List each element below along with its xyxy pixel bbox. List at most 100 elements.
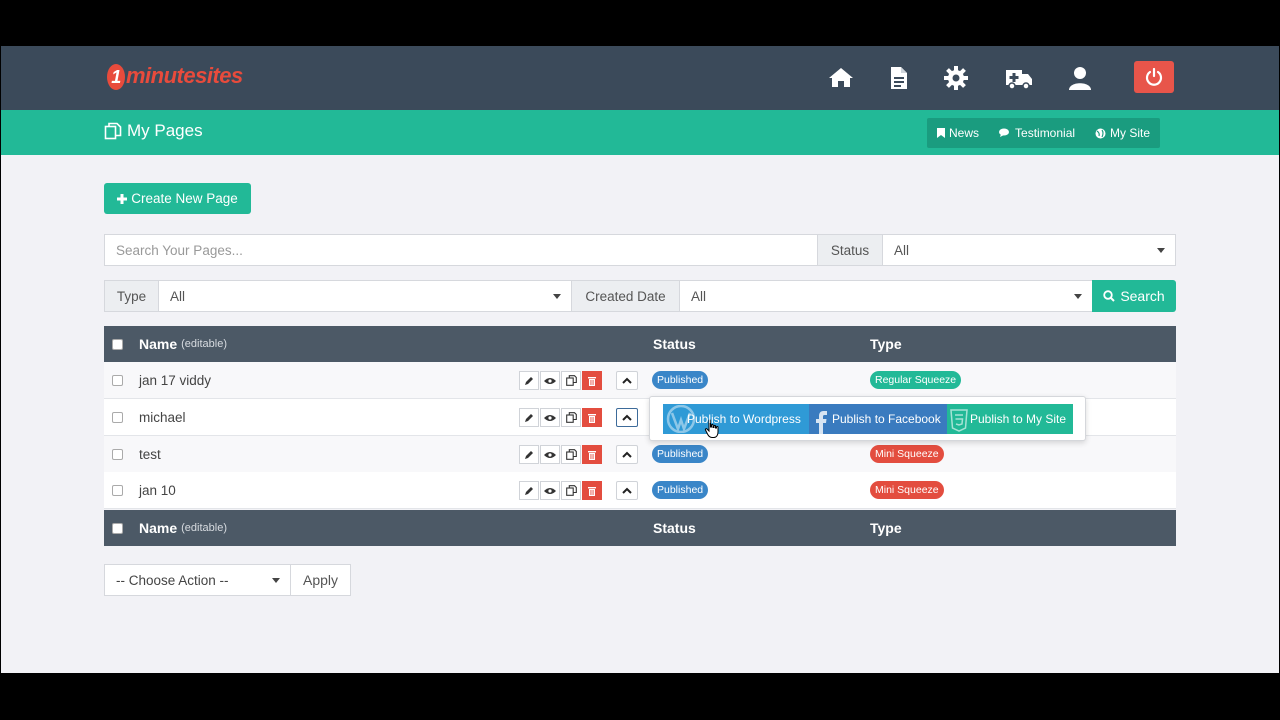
document-icon[interactable] xyxy=(888,66,914,90)
type-select-value: All xyxy=(170,288,186,304)
trash-icon[interactable] xyxy=(582,408,602,427)
publish-wordpress-button[interactable]: Publish to Wordpress xyxy=(663,404,809,434)
publish-toggle-chevron-up-icon[interactable] xyxy=(616,371,638,390)
edit-icon[interactable] xyxy=(519,371,539,390)
type-footer-text: Type xyxy=(870,520,902,536)
created-date-label-text: Created Date xyxy=(585,288,666,304)
page-name[interactable]: test xyxy=(139,436,161,472)
page-name[interactable]: michael xyxy=(139,399,186,435)
type-badge: Mini Squeeze xyxy=(870,481,944,499)
type-badge: Regular Squeeze xyxy=(870,371,962,389)
home-icon[interactable] xyxy=(828,66,854,90)
status-select-value: All xyxy=(894,242,910,258)
status-badge: Published xyxy=(652,445,709,463)
table-header: Name (editable) Status Type xyxy=(104,326,1176,362)
table-row: test Published Mini Squeeze xyxy=(104,436,1176,473)
page-title-text: My Pages xyxy=(127,121,203,140)
testimonial-label: Testimonial xyxy=(1015,126,1076,140)
apply-button[interactable]: Apply xyxy=(290,564,351,596)
table-row: jan 17 viddy Published Regular Squeeze xyxy=(104,362,1176,399)
preview-eye-icon[interactable] xyxy=(540,445,560,464)
my-site-link[interactable]: My Site xyxy=(1085,118,1160,148)
publish-toggle-chevron-up-icon[interactable] xyxy=(616,481,638,500)
row-checkbox[interactable] xyxy=(112,448,123,460)
status-footer-text: Status xyxy=(653,520,696,536)
clone-icon[interactable] xyxy=(561,408,581,427)
trash-icon[interactable] xyxy=(582,371,602,390)
edit-icon[interactable] xyxy=(519,408,539,427)
type-select[interactable]: All xyxy=(158,280,572,312)
chevron-down-icon xyxy=(1074,294,1082,299)
page-name[interactable]: jan 10 xyxy=(139,472,176,508)
clone-icon[interactable] xyxy=(561,481,581,500)
globe-icon xyxy=(1095,128,1106,138)
html5-icon xyxy=(950,409,968,432)
edit-icon[interactable] xyxy=(519,445,539,464)
user-icon[interactable] xyxy=(1068,66,1094,90)
publish-facebook-button[interactable]: Publish to Facebook xyxy=(809,404,947,434)
row-checkbox[interactable] xyxy=(112,374,123,386)
logo-text: minutesites xyxy=(126,63,243,88)
sub-header: My Pages News Testimonial My Site xyxy=(1,110,1279,155)
page-title: My Pages xyxy=(104,121,203,141)
type-header-text: Type xyxy=(870,336,902,352)
publish-wordpress-label: Publish to Wordpress xyxy=(687,412,801,426)
search-input[interactable]: Search Your Pages... xyxy=(104,234,818,266)
select-all-checkbox[interactable] xyxy=(112,338,123,350)
trash-icon[interactable] xyxy=(582,445,602,464)
preview-eye-icon[interactable] xyxy=(540,408,560,427)
table-footer: Name (editable) Status Type xyxy=(104,510,1176,546)
type-badge: Mini Squeeze xyxy=(870,445,944,463)
edit-icon[interactable] xyxy=(519,481,539,500)
select-all-checkbox-footer[interactable] xyxy=(112,522,123,534)
choose-action-select[interactable]: -- Choose Action -- xyxy=(104,564,291,596)
clone-icon[interactable] xyxy=(561,445,581,464)
facebook-icon xyxy=(816,411,827,434)
status-select[interactable]: All xyxy=(882,234,1176,266)
choose-action-value: -- Choose Action -- xyxy=(116,572,229,588)
status-column-footer: Status xyxy=(653,510,696,546)
publish-toggle-chevron-up-icon[interactable] xyxy=(616,445,638,464)
clone-icon[interactable] xyxy=(561,371,581,390)
brand-logo[interactable]: 1 minutesites xyxy=(107,63,243,90)
status-filter-label-text: Status xyxy=(830,242,870,258)
created-date-value: All xyxy=(691,288,707,304)
ambulance-icon[interactable] xyxy=(1004,66,1034,90)
editable-note-footer: (editable) xyxy=(181,522,227,534)
trash-icon[interactable] xyxy=(582,481,602,500)
page-name[interactable]: jan 17 viddy xyxy=(139,362,211,398)
my-site-label: My Site xyxy=(1110,126,1151,140)
power-button[interactable] xyxy=(1134,61,1174,93)
publish-facebook-label: Publish to Facebook xyxy=(832,412,941,426)
comments-icon xyxy=(999,128,1010,137)
publish-my-site-button[interactable]: Publish to My Site xyxy=(947,404,1073,434)
publish-toggle-chevron-up-icon[interactable] xyxy=(616,408,638,427)
status-column-header[interactable]: Status xyxy=(653,326,696,362)
testimonial-link[interactable]: Testimonial xyxy=(989,118,1085,148)
row-checkbox[interactable] xyxy=(112,411,123,423)
publish-my-site-label: Publish to My Site xyxy=(970,412,1067,426)
chevron-down-icon xyxy=(1157,248,1165,253)
name-column-header[interactable]: Name (editable) xyxy=(139,326,227,362)
preview-eye-icon[interactable] xyxy=(540,481,560,500)
power-icon xyxy=(1145,68,1163,86)
preview-eye-icon[interactable] xyxy=(540,371,560,390)
sub-nav: News Testimonial My Site xyxy=(927,118,1161,148)
status-badge: Published xyxy=(652,371,709,389)
news-link[interactable]: News xyxy=(927,118,989,148)
type-column-header[interactable]: Type xyxy=(870,326,902,362)
create-new-page-label: Create New Page xyxy=(131,191,238,206)
gear-icon[interactable] xyxy=(944,66,970,90)
search-placeholder: Search Your Pages... xyxy=(116,242,243,258)
search-button[interactable]: Search xyxy=(1092,280,1176,312)
table-row: jan 10 Published Mini Squeeze xyxy=(104,472,1176,509)
created-date-select[interactable]: All xyxy=(679,280,1093,312)
news-label: News xyxy=(949,126,980,140)
bookmark-icon xyxy=(937,128,945,138)
row-checkbox[interactable] xyxy=(112,484,123,496)
create-new-page-button[interactable]: Create New Page xyxy=(104,183,251,214)
chevron-down-icon xyxy=(553,294,561,299)
status-badge: Published xyxy=(652,481,709,499)
chevron-down-icon xyxy=(272,578,280,583)
apply-label: Apply xyxy=(302,572,339,588)
